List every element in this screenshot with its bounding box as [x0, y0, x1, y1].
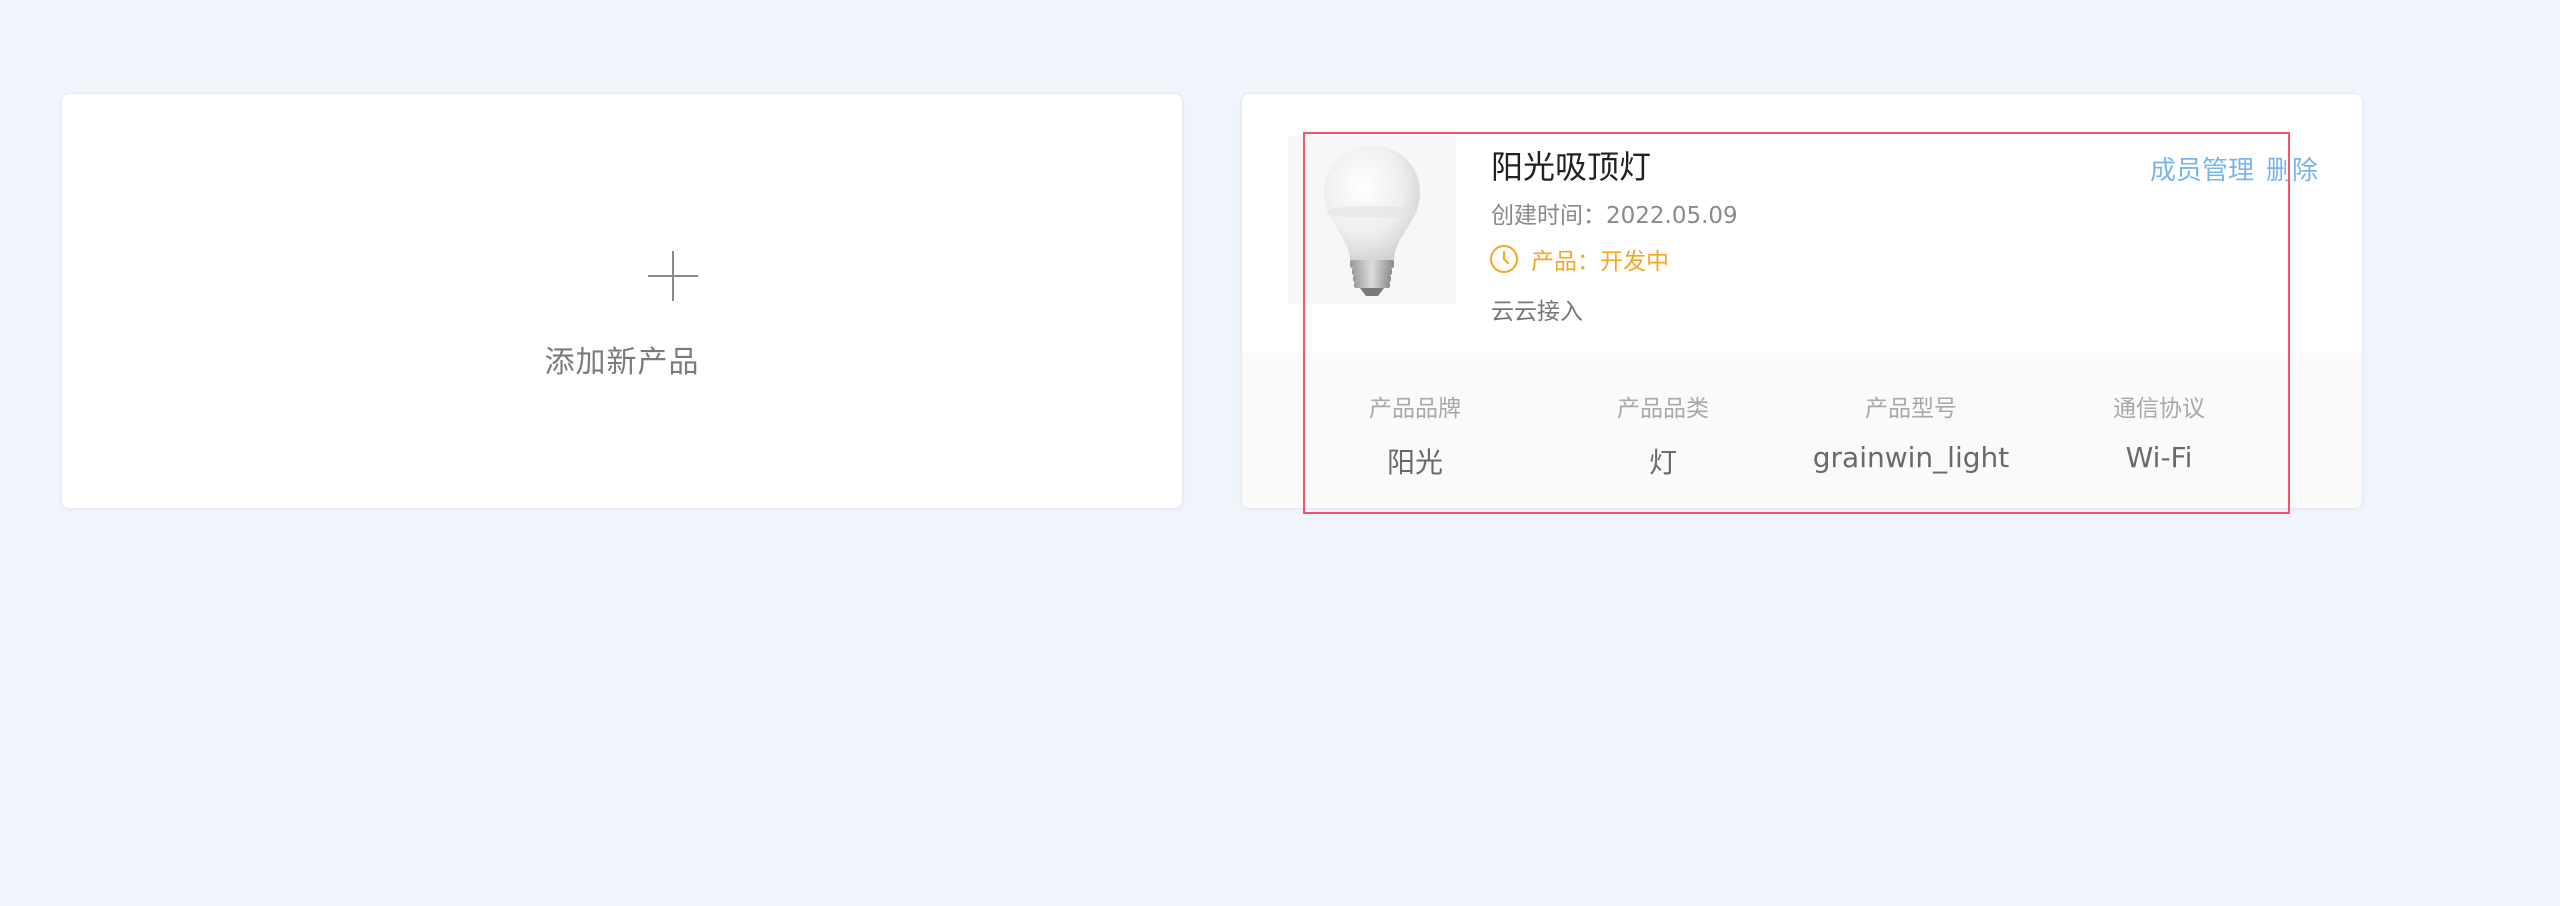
spec-value: grainwin_light [1812, 441, 2010, 474]
spec-label: 产品型号 [1865, 396, 1957, 422]
created-date: 2022.05.09 [1606, 203, 1738, 229]
spec-label: 产品品类 [1617, 396, 1709, 422]
delete-link[interactable]: 删除 [2266, 156, 2318, 186]
spec-protocol: 通信协议 Wi-Fi [2035, 389, 2283, 474]
add-product-label: 添加新产品 [544, 345, 700, 380]
member-management-link[interactable]: 成员管理 [2150, 156, 2254, 186]
created-label: 创建时间： [1491, 203, 1606, 229]
spec-brand: 产品品牌 阳光 [1291, 389, 1539, 481]
spec-label: 通信协议 [2113, 396, 2205, 422]
add-product-card[interactable]: 添加新产品 [61, 93, 1183, 509]
spec-value: 阳光 [1386, 446, 1443, 479]
product-card[interactable]: 阳光吸顶灯 创建时间：2022.05.09 产品：开发中 云云接入 成员管理 删除… [1241, 93, 2363, 509]
spec-value: Wi-Fi [2125, 441, 2193, 474]
product-actions: 成员管理 删除 [2150, 150, 2318, 187]
clock-icon [1489, 244, 1519, 274]
light-bulb-image [1288, 136, 1456, 304]
spec-value: 灯 [1648, 446, 1677, 479]
plus-icon [648, 251, 698, 301]
spec-model: 产品型号 grainwin_light [1787, 389, 2035, 474]
created-time: 创建时间：2022.05.09 [1491, 196, 1738, 230]
spec-label: 产品品牌 [1369, 396, 1461, 422]
access-type: 云云接入 [1491, 299, 1583, 325]
status-text: 产品：开发中 [1531, 249, 1669, 275]
status-badge: 产品：开发中 [1489, 242, 1669, 276]
product-name: 阳光吸顶灯 [1491, 148, 1652, 186]
spec-category: 产品品类 灯 [1539, 389, 1787, 481]
